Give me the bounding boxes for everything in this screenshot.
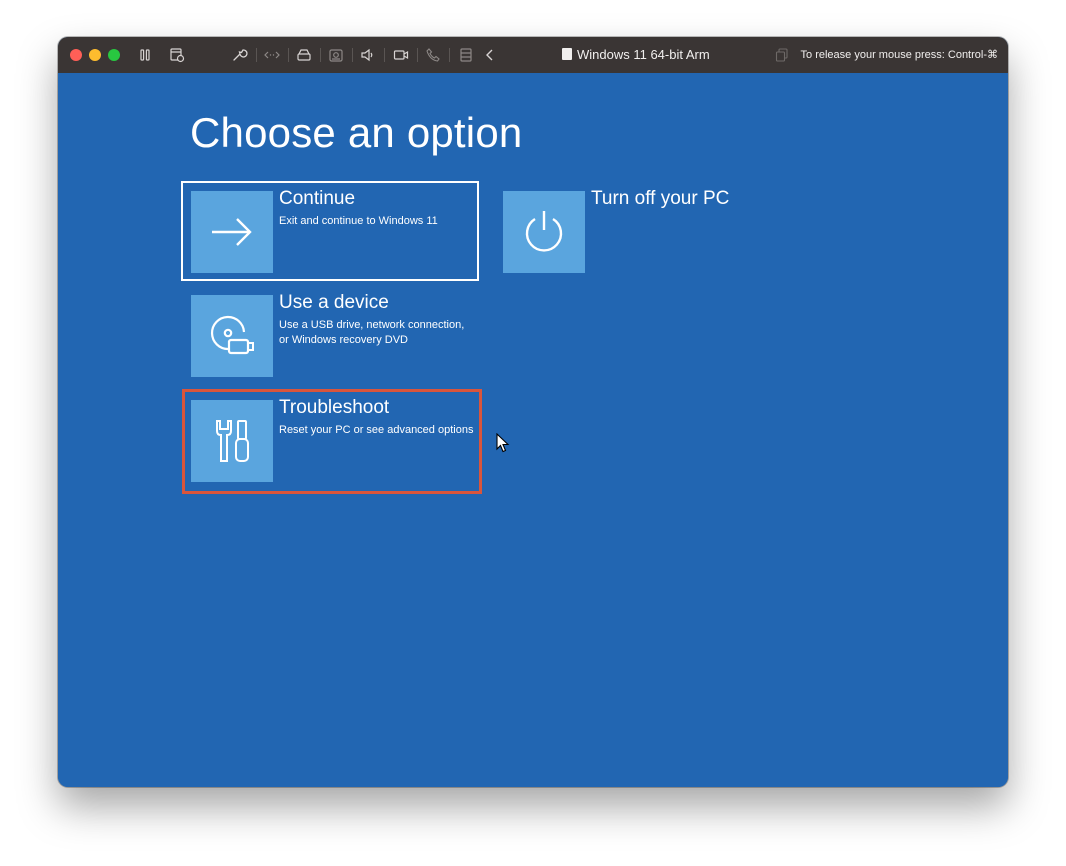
close-window-button[interactable] — [70, 49, 82, 61]
page-title: Choose an option — [190, 109, 523, 156]
mouse-pointer-icon — [496, 433, 510, 453]
window-title-text: Windows 11 64-bit Arm — [577, 47, 710, 62]
turn-off-tile — [503, 191, 585, 273]
zoom-window-button[interactable] — [108, 49, 120, 61]
option-turn-off[interactable]: Turn off your PC — [494, 182, 790, 280]
annotation-highlight-box — [182, 389, 482, 494]
option-description: Exit and continue to Windows 11 — [279, 215, 438, 227]
continue-tile — [191, 191, 273, 273]
speaker-icon[interactable] — [359, 46, 377, 64]
video-camera-icon[interactable] — [392, 46, 410, 64]
hard-disk-icon[interactable] — [295, 46, 313, 64]
title-bar: Windows 11 64-bit Arm To release your mo… — [58, 37, 1008, 73]
usb-device-icon — [210, 315, 254, 355]
option-title: Turn off your PC — [591, 188, 730, 209]
option-title: Use a device — [279, 292, 389, 313]
pause-icon[interactable] — [136, 46, 154, 64]
option-description: Use a USB drive, network connection, or … — [279, 319, 465, 346]
printer-icon[interactable] — [457, 46, 475, 64]
snapshot-icon[interactable] — [168, 46, 186, 64]
minimize-window-button[interactable] — [89, 49, 101, 61]
arrow-right-icon — [212, 218, 252, 246]
option-continue[interactable]: Continue Exit and continue to Windows 11 — [181, 181, 479, 281]
settings-wrench-icon[interactable] — [230, 46, 248, 64]
vm-window: Windows 11 64-bit Arm To release your mo… — [58, 37, 1008, 787]
chevron-left-icon[interactable] — [481, 46, 499, 64]
document-icon — [562, 48, 572, 60]
camera-icon[interactable] — [327, 46, 345, 64]
window-title: Windows 11 64-bit Arm — [562, 37, 710, 73]
option-title: Continue — [279, 188, 356, 209]
copy-icon[interactable] — [773, 46, 791, 64]
use-device-tile — [191, 295, 273, 377]
phone-icon[interactable] — [424, 46, 442, 64]
option-use-device[interactable]: Use a device Use a USB drive, network co… — [182, 286, 478, 384]
code-arrows-icon[interactable] — [263, 46, 281, 64]
recovery-screen: Choose an option Continue Exit and conti… — [58, 73, 1008, 787]
mouse-release-hint: To release your mouse press: Control-⌘ — [800, 49, 998, 61]
power-icon — [525, 211, 563, 252]
